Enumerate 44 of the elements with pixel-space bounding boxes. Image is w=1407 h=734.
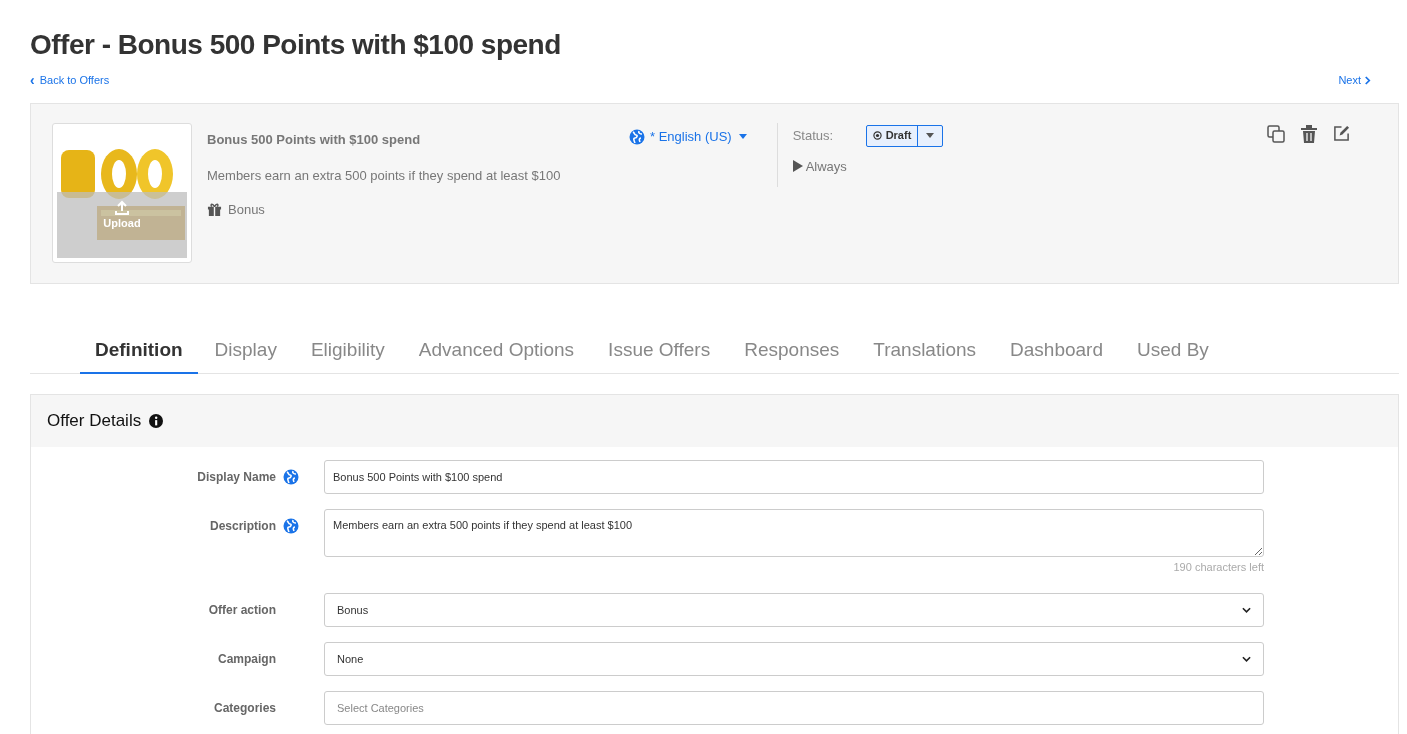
- globe-icon: [629, 128, 645, 145]
- field-label: Display Name: [197, 468, 276, 486]
- tab[interactable]: Dashboard: [993, 328, 1120, 373]
- tab[interactable]: Used By: [1120, 328, 1226, 373]
- caret-icon: [926, 133, 935, 138]
- categories-input[interactable]: Select Categories: [324, 691, 1264, 725]
- gift-icon: [207, 201, 222, 217]
- offer-action: Bonus: [228, 200, 265, 219]
- tab[interactable]: Translations: [856, 328, 994, 373]
- page-title: Offer - Bonus 500 Points with $100 spend: [30, 28, 562, 62]
- radio-icon: [872, 131, 882, 140]
- textarea-input[interactable]: Members earn an extra 500 points if they spend at least $100: [324, 508, 1264, 557]
- select-field[interactable]: None: [324, 642, 1264, 676]
- next-link[interactable]: Next: [1338, 72, 1371, 89]
- chevron-down-icon: [1242, 656, 1251, 662]
- field-label: Campaign: [218, 651, 276, 668]
- field-label: Offer action: [208, 602, 276, 619]
- select-field[interactable]: Bonus: [324, 593, 1264, 627]
- chevron-down-icon: [1242, 607, 1251, 613]
- play-icon: [792, 160, 803, 173]
- status-label: Status:: [792, 126, 835, 145]
- offer-description: Members earn an extra 500 points if they spend at least $100: [207, 167, 562, 185]
- offer-name: Bonus 500 Points with $100 spend: [207, 130, 422, 149]
- tab[interactable]: Definition: [80, 328, 198, 374]
- character-count: 190 characters left: [1172, 559, 1264, 575]
- tab[interactable]: Issue Offers: [591, 328, 728, 373]
- tab[interactable]: Responses: [727, 328, 857, 373]
- section-title: Offer Details: [47, 409, 142, 432]
- field-label: Categories: [213, 700, 276, 717]
- text-input[interactable]: Bonus 500 Points with $100 spend: [324, 459, 1264, 494]
- info-icon[interactable]: [149, 413, 164, 428]
- edit-icon[interactable]: [1333, 124, 1350, 142]
- caret-icon: [738, 134, 747, 139]
- back-link[interactable]: ‹ Back to Offers: [30, 72, 110, 89]
- trash-icon[interactable]: [1301, 124, 1317, 143]
- tab[interactable]: Advanced Options: [401, 328, 592, 373]
- tab[interactable]: Eligibility: [293, 328, 402, 373]
- language-dropdown[interactable]: * English (US): [629, 127, 747, 146]
- tab[interactable]: Display: [197, 328, 294, 373]
- chevron-left-icon: ‹: [30, 74, 35, 86]
- field-label: Description: [210, 517, 276, 535]
- chevron-right-icon: [1364, 75, 1371, 85]
- copy-icon[interactable]: [1267, 124, 1285, 143]
- schedule-toggle[interactable]: Always: [792, 156, 944, 176]
